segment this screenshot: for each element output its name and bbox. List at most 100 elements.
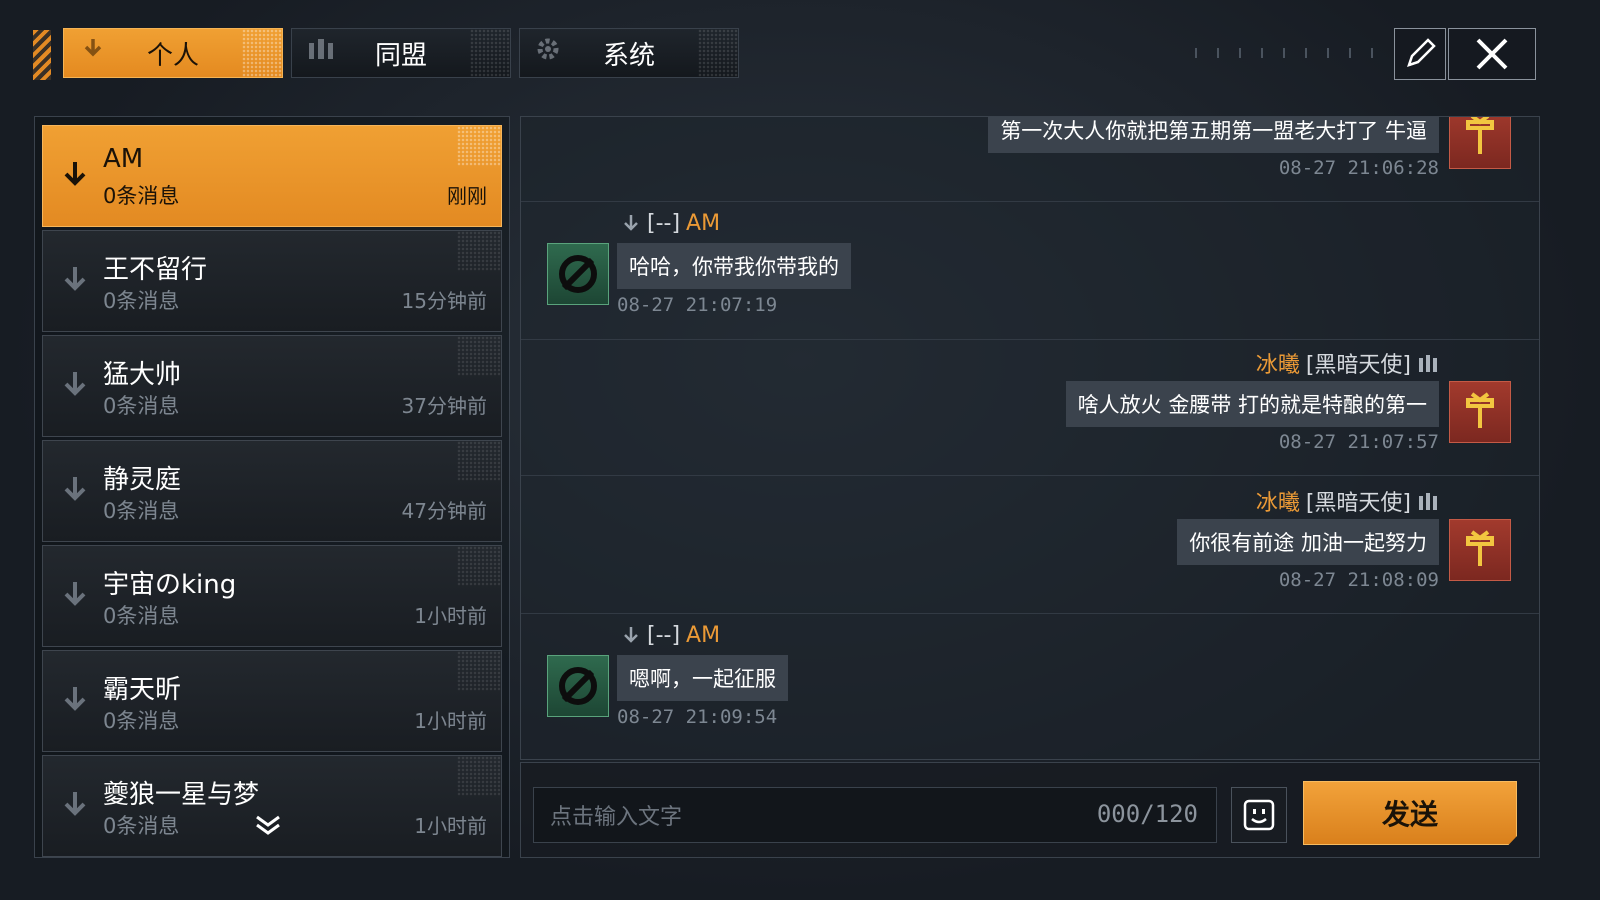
avatar[interactable] — [547, 243, 609, 305]
contact-name: AM — [103, 144, 144, 174]
tab-label: 系统 — [602, 40, 655, 71]
tab-hatch — [470, 29, 510, 77]
rank-chevron-icon — [64, 372, 86, 396]
contact-item[interactable]: 夔狼一星与梦 0条消息 1小时前 — [42, 755, 502, 857]
message-time: 08-27 21:06:28 — [1278, 157, 1439, 179]
message-sender: 冰曦 [黑暗天使] — [1256, 347, 1439, 379]
decorative-ticks — [1195, 48, 1375, 58]
tab-system[interactable]: 系统 — [519, 28, 739, 78]
contact-time: 47分钟前 — [401, 499, 487, 523]
sender-tag: [黑暗天使] — [1305, 353, 1411, 378]
contact-item[interactable]: 霸天昕 0条消息 1小时前 — [42, 650, 502, 752]
edit-button[interactable] — [1394, 28, 1446, 80]
contact-item[interactable]: AM 0条消息 刚刚 — [42, 125, 502, 227]
contact-name: 王不留行 — [103, 255, 208, 285]
tab-accent-stripe — [33, 30, 51, 80]
send-button[interactable]: 发送 — [1303, 781, 1517, 845]
pencil-icon — [1407, 38, 1436, 67]
message-bubble: 啥人放火 金腰带 打的就是特酿的第一 — [1065, 381, 1439, 427]
alliance-icon — [1419, 493, 1437, 510]
rank-chevron-icon — [64, 792, 86, 816]
message-time: 08-27 21:08:09 — [1278, 569, 1439, 591]
tab-hatch — [242, 29, 282, 77]
hatch — [457, 546, 501, 586]
sender-tag: [--] — [647, 211, 681, 236]
chat-panel: 第一次大人你就把第五期第一盟老大打了 牛逼 08-27 21:06:28 [--… — [520, 116, 1540, 760]
contact-item[interactable]: 静灵庭 0条消息 47分钟前 — [42, 440, 502, 542]
tab-label: 同盟 — [374, 40, 427, 71]
banner-emblem-icon — [1466, 392, 1494, 428]
rank-chevron-icon — [64, 582, 86, 606]
close-button[interactable] — [1448, 28, 1536, 80]
contact-time: 37分钟前 — [401, 394, 487, 418]
contact-message-count: 0条消息 — [103, 709, 180, 733]
tab-hatch — [698, 29, 738, 77]
contact-time: 1小时前 — [414, 709, 487, 733]
contact-name: 静灵庭 — [103, 465, 182, 495]
message-time: 08-27 21:07:19 — [617, 294, 778, 316]
faction-emblem-icon — [559, 667, 597, 705]
avatar[interactable] — [1449, 117, 1511, 169]
close-icon — [1476, 38, 1508, 70]
chat-text-input[interactable]: 点击输入文字 000/120 — [533, 787, 1217, 843]
sender-name: AM — [686, 211, 721, 236]
message-bubble: 嗯啊，一起征服 — [617, 655, 788, 701]
scroll-down-chevron-icon[interactable] — [253, 813, 283, 837]
banner-emblem-icon — [1466, 530, 1494, 566]
contact-message-count: 0条消息 — [103, 184, 180, 208]
avatar[interactable] — [547, 655, 609, 717]
contact-item[interactable]: 王不留行 0条消息 15分钟前 — [42, 230, 502, 332]
sender-name: AM — [686, 623, 721, 648]
contact-time: 15分钟前 — [401, 289, 487, 313]
banner-emblem-icon — [1466, 117, 1494, 154]
contact-item[interactable]: 猛大帅 0条消息 37分钟前 — [42, 335, 502, 437]
contact-item[interactable]: 宇宙のking 0条消息 1小时前 — [42, 545, 502, 647]
message-bubble: 你很有前途 加油一起努力 — [1177, 519, 1439, 565]
gear-icon — [537, 38, 559, 60]
rank-chevron-icon — [64, 267, 86, 291]
alliance-icon — [1419, 355, 1437, 372]
input-placeholder: 点击输入文字 — [550, 805, 683, 830]
message-divider — [521, 613, 1539, 614]
hatch — [457, 126, 501, 166]
tab-alliance[interactable]: 同盟 — [291, 28, 511, 78]
contact-name: 霸天昕 — [103, 675, 182, 705]
contact-message-count: 0条消息 — [103, 394, 180, 418]
emoji-icon — [1243, 799, 1275, 831]
message-time: 08-27 21:07:57 — [1278, 431, 1439, 453]
hatch — [457, 336, 501, 376]
sender-name: 冰曦 — [1255, 491, 1300, 516]
character-counter: 000/120 — [1096, 800, 1198, 828]
message-divider — [521, 339, 1539, 340]
sender-tag: [黑暗天使] — [1305, 491, 1411, 516]
message-sender: [--] AM — [621, 623, 720, 648]
sender-tag: [--] — [647, 623, 681, 648]
faction-emblem-icon — [559, 255, 597, 293]
contact-time: 刚刚 — [447, 184, 487, 208]
hatch — [457, 441, 501, 481]
rank-chevron-icon — [84, 39, 102, 57]
hatch — [457, 756, 501, 796]
message-sender: [--] AM — [621, 211, 720, 236]
message-divider — [521, 475, 1539, 476]
input-bar: 点击输入文字 000/120 发送 — [520, 762, 1540, 858]
contact-message-count: 0条消息 — [103, 814, 180, 838]
contact-message-count: 0条消息 — [103, 604, 180, 628]
message-bubble: 第一次大人你就把第五期第一盟老大打了 牛逼 — [988, 117, 1439, 153]
avatar[interactable] — [1449, 381, 1511, 443]
hatch — [457, 651, 501, 691]
sender-name: 冰曦 — [1255, 353, 1300, 378]
contact-name: 猛大帅 — [103, 360, 182, 390]
tab-personal[interactable]: 个人 — [63, 28, 283, 78]
message-sender: 冰曦 [黑暗天使] — [1256, 485, 1439, 517]
contact-name: 夔狼一星与梦 — [103, 780, 260, 810]
message-time: 08-27 21:09:54 — [617, 706, 778, 728]
contact-time: 1小时前 — [414, 814, 487, 838]
rank-chevron-icon — [64, 687, 86, 711]
contact-message-count: 0条消息 — [103, 289, 180, 313]
avatar[interactable] — [1449, 519, 1511, 581]
contact-list: AM 0条消息 刚刚 王不留行 0条消息 15分钟前 猛大帅 0条消息 37分钟… — [34, 116, 510, 858]
message-bubble: 哈哈，你带我你带我的 — [617, 243, 851, 289]
contact-name: 宇宙のking — [103, 570, 237, 600]
emoji-button[interactable] — [1231, 787, 1287, 843]
